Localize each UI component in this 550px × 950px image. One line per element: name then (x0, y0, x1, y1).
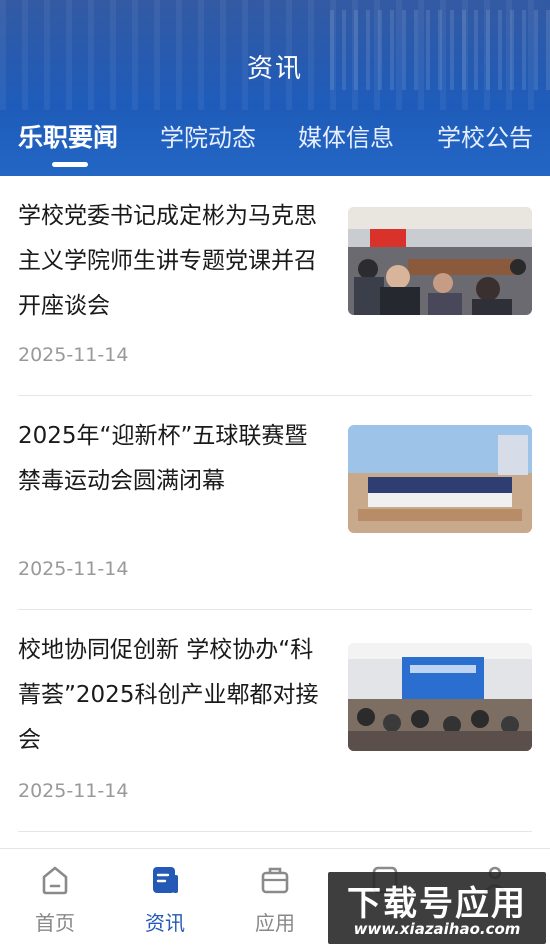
news-thumbnail (348, 207, 532, 315)
news-thumbnail (348, 425, 532, 533)
news-thumbnail (348, 643, 532, 751)
news-date: 2025-11-14 (18, 344, 129, 366)
news-item[interactable]: 校地协同促创新 学校协办“科菁荟”2025科创产业郫都对接会 2025-11-1… (18, 610, 532, 832)
sports-group-photo (348, 425, 532, 533)
tab-school-notice[interactable]: 学校公告 (437, 118, 533, 153)
home-icon (42, 866, 68, 895)
news-icon (153, 867, 178, 893)
watermark-title: 下载号应用 (347, 884, 527, 924)
tab-college-news[interactable]: 学院动态 (160, 118, 256, 153)
page-title: 资讯 (246, 54, 303, 84)
watermark-url: www.xiazaihao.com (353, 920, 521, 938)
news-item[interactable]: 2025年“迎新杯”五球联赛暨禁毒运动会圆满闭幕 2025-11-14 (18, 396, 532, 610)
header: 资讯 乐职要闻 学院动态 媒体信息 学校公告 (0, 0, 550, 176)
tabbar-label: 应用 (255, 911, 295, 935)
tabbar-news[interactable]: 资讯 (110, 863, 220, 936)
conference-hall-photo (348, 643, 532, 751)
watermark: 下载号应用 www.xiazaihao.com (328, 872, 546, 944)
tab-lezhi-news[interactable]: 乐职要闻 (18, 118, 118, 154)
news-title: 学校党委书记成定彬为马克思主义学院师生讲专题党课并召开座谈会 (18, 203, 317, 319)
briefcase-icon (261, 867, 289, 894)
category-tabs: 乐职要闻 学院动态 媒体信息 学校公告 (0, 118, 550, 176)
news-item[interactable]: 学校党委书记成定彬为马克思主义学院师生讲专题党课并召开座谈会 2025-11-1… (18, 194, 532, 396)
tabbar-home[interactable]: 首页 (0, 863, 110, 936)
tab-media-info[interactable]: 媒体信息 (298, 118, 394, 153)
active-tab-indicator (52, 162, 88, 167)
news-date: 2025-11-14 (18, 780, 129, 802)
tabbar-label: 资讯 (145, 911, 185, 935)
tabbar-apps[interactable]: 应用 (220, 863, 330, 936)
meeting-room-photo (348, 207, 532, 315)
news-list: 学校党委书记成定彬为马克思主义学院师生讲专题党课并召开座谈会 2025-11-1… (0, 176, 550, 848)
news-date: 2025-11-14 (18, 558, 129, 580)
news-title: 2025年“迎新杯”五球联赛暨禁毒运动会圆满闭幕 (18, 423, 308, 494)
tabbar-label: 首页 (35, 911, 75, 935)
news-title: 校地协同促创新 学校协办“科菁荟”2025科创产业郫都对接会 (18, 637, 319, 753)
